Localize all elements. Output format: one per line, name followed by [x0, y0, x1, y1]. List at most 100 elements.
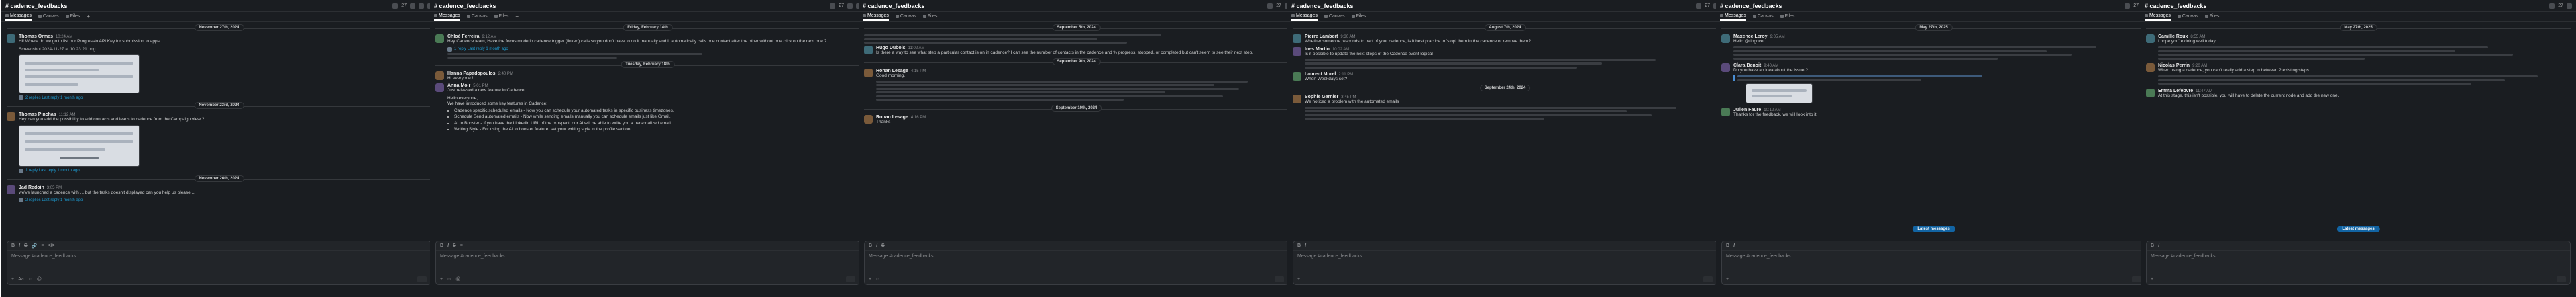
- avatar[interactable]: [2146, 88, 2155, 97]
- tab-canvas[interactable]: Canvas: [38, 13, 59, 20]
- author-name[interactable]: Camille Roux: [2158, 34, 2188, 39]
- message-input[interactable]: Message #cadence_feedbacks: [436, 251, 859, 262]
- list-button[interactable]: ≡: [41, 243, 44, 248]
- bold-button[interactable]: B: [1726, 243, 1729, 248]
- bold-button[interactable]: B: [11, 243, 15, 248]
- timestamp[interactable]: 3:45 PM: [1341, 95, 1356, 99]
- bold-button[interactable]: B: [869, 243, 872, 248]
- timestamp[interactable]: 9:05 AM: [1770, 35, 1785, 39]
- tab-files[interactable]: Files: [494, 13, 508, 20]
- message-input[interactable]: Message #cadence_feedbacks: [7, 251, 431, 262]
- strike-button[interactable]: S: [24, 243, 28, 248]
- avatar[interactable]: [2146, 63, 2155, 72]
- bold-button[interactable]: B: [440, 243, 443, 248]
- channel-name[interactable]: # cadence_feedbacks: [434, 3, 830, 9]
- tab-files[interactable]: Files: [65, 13, 80, 20]
- date-divider[interactable]: November 26th, 2024: [7, 175, 431, 183]
- tab-messages[interactable]: Messages: [5, 12, 32, 21]
- tab-canvas[interactable]: Canvas: [1752, 13, 1774, 20]
- avatar[interactable]: [7, 185, 15, 194]
- italic-button[interactable]: I: [2158, 243, 2159, 248]
- channel-name[interactable]: # cadence_feedbacks: [1720, 3, 2125, 9]
- timestamp[interactable]: 10:02 AM: [1332, 48, 1349, 52]
- date-divider[interactable]: May 27th, 2025: [2146, 24, 2571, 32]
- tab-canvas[interactable]: Canvas: [1324, 13, 1345, 20]
- author-name[interactable]: Chloé Ferreira: [447, 34, 479, 39]
- tab-files[interactable]: Files: [922, 13, 937, 20]
- author-name[interactable]: Hanna Papadopoulos: [447, 71, 496, 76]
- bold-button[interactable]: B: [2151, 243, 2154, 248]
- italic-button[interactable]: I: [1733, 243, 1735, 248]
- message-input[interactable]: Message #cadence_feedbacks: [1722, 251, 2145, 262]
- date-divider[interactable]: September 5th, 2024: [864, 24, 1289, 32]
- timestamp[interactable]: 11:47 AM: [2196, 89, 2212, 93]
- date-divider[interactable]: November 23rd, 2024: [7, 102, 431, 110]
- avatar[interactable]: [1293, 72, 1301, 81]
- avatar[interactable]: [2146, 34, 2155, 43]
- strike-button[interactable]: S: [881, 243, 885, 248]
- author-name[interactable]: Ronan Lesage: [876, 69, 908, 73]
- members-icon[interactable]: [1267, 3, 1273, 9]
- timestamp[interactable]: 4:16 PM: [911, 116, 926, 120]
- message-feed[interactable]: May 27th, 2025 Maxence Leroy 9:05 AM Hell…: [1716, 22, 2151, 235]
- timestamp[interactable]: 10:12 AM: [1764, 108, 1780, 112]
- tab-messages[interactable]: Messages: [2145, 12, 2171, 21]
- avatar[interactable]: [7, 112, 15, 121]
- thread-replies[interactable]: 1 reply Last reply 1 month ago: [447, 46, 860, 52]
- author-name[interactable]: Anna Moir: [447, 83, 470, 88]
- channel-name[interactable]: # cadence_feedbacks: [863, 3, 1267, 9]
- headphones-icon[interactable]: [847, 3, 853, 9]
- member-count[interactable]: 27: [2558, 3, 2563, 8]
- italic-button[interactable]: I: [447, 243, 449, 248]
- attachment-caption[interactable]: Screenshot 2024-11-27 at 10.23.21.png: [19, 47, 431, 53]
- tab-messages[interactable]: Messages: [434, 12, 460, 21]
- plus-icon[interactable]: +: [440, 277, 443, 282]
- members-icon[interactable]: [2125, 3, 2131, 9]
- author-name[interactable]: Thomas Pinchas: [19, 112, 56, 117]
- send-button[interactable]: [1275, 276, 1284, 282]
- members-icon[interactable]: [392, 3, 398, 9]
- emoji-icon[interactable]: ☺: [875, 277, 880, 282]
- avatar[interactable]: [435, 34, 444, 43]
- italic-button[interactable]: I: [1305, 243, 1306, 248]
- link-button[interactable]: 🔗: [32, 243, 38, 249]
- tab-messages[interactable]: Messages: [1720, 12, 1746, 21]
- tab-messages[interactable]: Messages: [863, 12, 889, 21]
- emoji-icon[interactable]: ☺: [28, 277, 33, 282]
- send-button[interactable]: [2132, 276, 2141, 282]
- author-name[interactable]: Clara Benoit: [1733, 63, 1761, 68]
- channel-name[interactable]: # cadence_feedbacks: [2145, 3, 2549, 9]
- screenshot-attachment[interactable]: [19, 124, 140, 167]
- timestamp[interactable]: 2:40 PM: [498, 72, 513, 76]
- avatar[interactable]: [1293, 34, 1301, 43]
- link-unfurl[interactable]: [1733, 75, 2146, 81]
- message-feed[interactable]: May 27th, 2025 Camille Roux 8:55 AM I hop…: [2141, 22, 2576, 235]
- avatar[interactable]: [435, 71, 444, 80]
- tab-canvas[interactable]: Canvas: [895, 13, 916, 20]
- headphones-icon[interactable]: [410, 3, 415, 9]
- author-name[interactable]: Jad Redoin: [19, 185, 44, 190]
- members-icon[interactable]: [1696, 3, 1702, 9]
- thread-replies[interactable]: 2 replies Last reply 1 month ago: [19, 198, 431, 202]
- date-divider[interactable]: Friday, February 14th: [435, 24, 860, 32]
- mention-icon[interactable]: @: [455, 277, 460, 282]
- member-count[interactable]: 27: [1705, 3, 1710, 8]
- author-name[interactable]: Ines Martin: [1305, 47, 1330, 52]
- avatar[interactable]: [1721, 107, 1730, 116]
- add-tab-button[interactable]: +: [87, 13, 90, 19]
- thread-replies[interactable]: 2 replies Last reply 1 month ago: [19, 95, 431, 100]
- emoji-icon[interactable]: ☺: [447, 277, 451, 282]
- author-name[interactable]: Ronan Lesage: [876, 115, 908, 120]
- date-divider[interactable]: September 9th, 2024: [864, 58, 1289, 67]
- plus-icon[interactable]: +: [1297, 277, 1300, 282]
- more-icon[interactable]: [2567, 3, 2572, 9]
- avatar[interactable]: [864, 46, 873, 54]
- member-count[interactable]: 27: [1276, 3, 1281, 8]
- members-icon[interactable]: [2549, 3, 2555, 9]
- send-button[interactable]: [846, 276, 855, 282]
- channel-name[interactable]: # cadence_feedbacks: [1291, 3, 1696, 9]
- code-button[interactable]: </>: [48, 243, 55, 248]
- tab-files[interactable]: Files: [1351, 13, 1366, 20]
- avatar[interactable]: [1293, 46, 1301, 56]
- member-count[interactable]: 27: [839, 3, 844, 8]
